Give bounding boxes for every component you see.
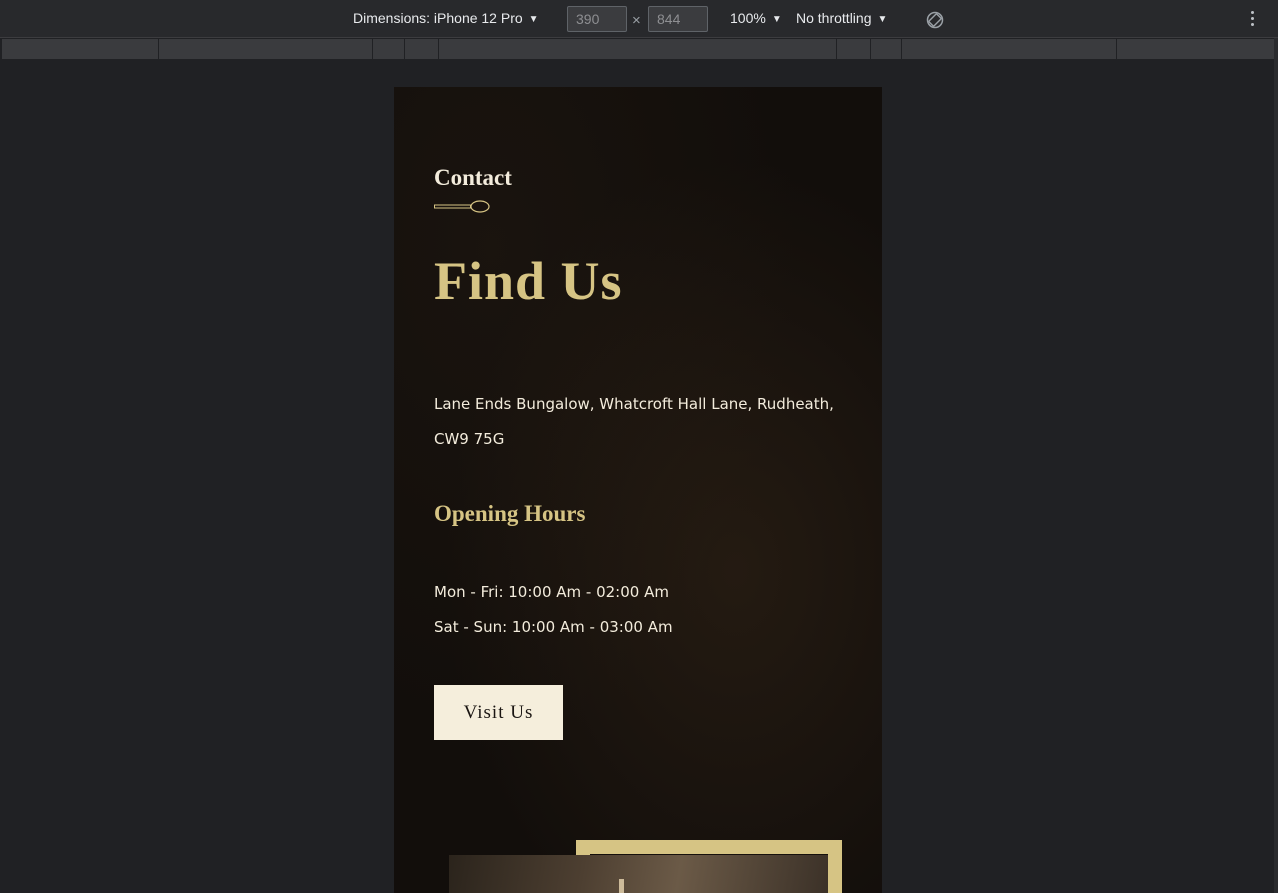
zoom-label: 100% (730, 10, 766, 26)
device-dimensions-label: Dimensions: iPhone 12 Pro (353, 10, 523, 26)
media-query-segment[interactable] (2, 39, 159, 59)
device-dimensions-dropdown[interactable]: Dimensions: iPhone 12 Pro ▼ (353, 10, 539, 26)
media-query-bar (2, 39, 1274, 59)
restaurant-photo (449, 855, 828, 893)
visit-us-button[interactable]: Visit Us (434, 685, 563, 740)
times-icon: × (632, 12, 641, 29)
section-eyebrow: Contact (434, 165, 512, 190)
device-viewport: Contact Find Us Lane Ends Bungalow, What… (394, 87, 882, 893)
candle-shape (619, 879, 624, 893)
rotate-icon[interactable] (926, 11, 944, 29)
width-input[interactable] (567, 6, 627, 32)
media-query-segment[interactable] (373, 39, 405, 59)
caret-down-icon: ▼ (528, 14, 539, 25)
spoon-divider-icon (434, 200, 490, 213)
media-query-segment[interactable] (405, 39, 439, 59)
media-query-segment[interactable] (902, 39, 1117, 59)
scrollbar[interactable] (1274, 38, 1278, 893)
media-query-segment[interactable] (439, 39, 837, 59)
device-toolbar: Dimensions: iPhone 12 Pro ▼ × 100% ▼ No th… (0, 0, 1278, 38)
address: Lane Ends Bungalow, Whatcroft Hall Lane,… (434, 387, 854, 457)
hours-row: Mon - Fri: 10:00 Am - 02:00 Am (434, 583, 669, 601)
more-options-icon[interactable] (1248, 11, 1256, 29)
page-title: Find Us (434, 251, 623, 311)
throttling-label: No throttling (796, 10, 872, 26)
opening-hours-title: Opening Hours (434, 501, 586, 526)
zoom-dropdown[interactable]: 100% ▼ (730, 10, 782, 26)
media-query-segment[interactable] (1117, 39, 1274, 59)
hours-row: Sat - Sun: 10:00 Am - 03:00 Am (434, 618, 673, 636)
caret-down-icon: ▼ (771, 14, 782, 25)
throttling-dropdown[interactable]: No throttling ▼ (796, 10, 887, 26)
media-query-segment[interactable] (871, 39, 902, 59)
caret-down-icon: ▼ (877, 14, 888, 25)
address-line: Lane Ends Bungalow, Whatcroft Hall Lane,… (434, 395, 834, 413)
height-input[interactable] (648, 6, 708, 32)
media-query-segment[interactable] (837, 39, 871, 59)
address-line: CW9 75G (434, 430, 505, 448)
media-query-segment[interactable] (159, 39, 373, 59)
opening-hours-list: Mon - Fri: 10:00 Am - 02:00 Am Sat - Sun… (434, 575, 673, 645)
